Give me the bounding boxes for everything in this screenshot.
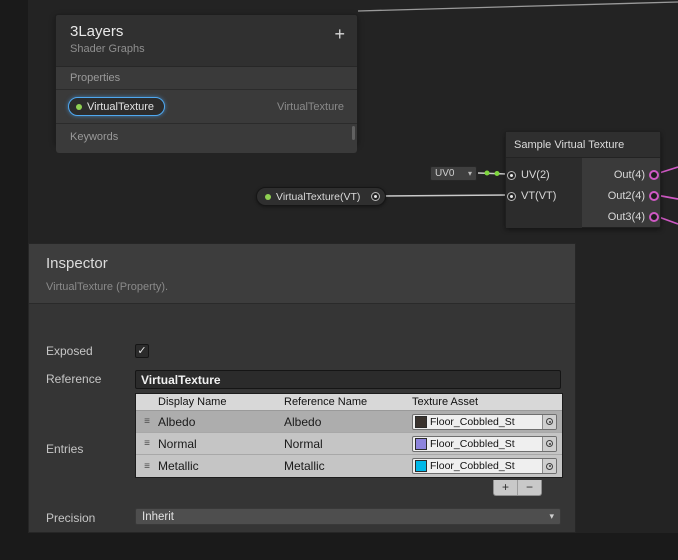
output-port-out2[interactable] xyxy=(649,191,659,201)
edge-offscreen-top xyxy=(358,2,678,11)
input-label-vt: VT(VT) xyxy=(521,191,556,202)
entries-list-footer: + − xyxy=(493,480,542,496)
texture-asset-name: Floor_Cobbled_St xyxy=(430,438,542,450)
entries-label: Entries xyxy=(46,442,83,456)
reference-label: Reference xyxy=(46,372,101,386)
input-port-uv[interactable] xyxy=(507,171,516,180)
object-picker-icon[interactable] xyxy=(542,459,556,473)
property-node-label: VirtualTexture(VT) xyxy=(276,191,360,203)
chevron-down-icon: ▾ xyxy=(468,169,472,178)
inspector-panel: Inspector VirtualTexture (Property). Exp… xyxy=(28,243,576,533)
output-port-out[interactable] xyxy=(649,170,659,180)
output-port-out3[interactable] xyxy=(649,212,659,222)
window-bottom-edge xyxy=(0,533,678,560)
precision-label: Precision xyxy=(46,511,95,525)
texture-thumbnail xyxy=(415,438,427,450)
add-entry-button[interactable]: + xyxy=(494,480,517,495)
picker-ring xyxy=(546,463,553,470)
entries-row-normal[interactable]: ≡ Normal Normal Floor_Cobbled_St xyxy=(136,433,562,455)
blackboard-scrollbar[interactable] xyxy=(352,126,355,140)
column-header-texture-asset: Texture Asset xyxy=(412,396,562,408)
edge-cap-green xyxy=(485,171,490,176)
reference-input[interactable] xyxy=(135,370,561,389)
texture-asset-field[interactable]: Floor_Cobbled_St xyxy=(412,458,557,474)
entries-table: Display Name Reference Name Texture Asse… xyxy=(135,393,563,478)
texture-asset-name: Floor_Cobbled_St xyxy=(430,460,542,472)
texture-asset-field[interactable]: Floor_Cobbled_St xyxy=(412,414,557,430)
port-dot xyxy=(510,174,513,177)
property-type-label: VirtualTexture xyxy=(277,101,344,113)
column-header-display-name: Display Name xyxy=(158,396,284,408)
remove-entry-button[interactable]: − xyxy=(517,480,541,495)
texture-asset-name: Floor_Cobbled_St xyxy=(430,416,542,428)
precision-value: Inherit xyxy=(142,511,174,523)
entries-row-metallic[interactable]: ≡ Metallic Metallic Floor_Cobbled_St xyxy=(136,455,562,477)
entries-row-albedo[interactable]: ≡ Albedo Albedo Floor_Cobbled_St xyxy=(136,411,562,433)
reference-name-cell[interactable]: Metallic xyxy=(284,459,412,473)
edge-vt-to-node xyxy=(383,195,508,196)
object-picker-icon[interactable] xyxy=(542,437,556,451)
picker-ring xyxy=(546,440,553,447)
blackboard-panel[interactable]: 3Layers Shader Graphs + Properties Virtu… xyxy=(55,14,358,144)
drag-handle-icon[interactable]: ≡ xyxy=(136,461,158,472)
edge-cap-green xyxy=(495,171,500,176)
exposed-checkbox[interactable]: ✓ xyxy=(135,344,149,358)
property-row[interactable]: VirtualTexture VirtualTexture xyxy=(56,90,357,123)
property-pill-label: VirtualTexture xyxy=(87,101,154,113)
reference-name-cell[interactable]: Normal xyxy=(284,437,412,451)
blackboard-header[interactable]: 3Layers Shader Graphs + xyxy=(56,15,357,67)
exposed-dot-icon xyxy=(265,194,271,200)
property-node-output-port[interactable] xyxy=(371,192,380,201)
inspector-header: Inspector VirtualTexture (Property). xyxy=(29,244,575,304)
port-dot xyxy=(510,195,513,198)
blackboard-subtitle: Shader Graphs xyxy=(70,43,343,55)
add-property-button[interactable]: + xyxy=(334,25,345,43)
output-label-out: Out(4) xyxy=(614,170,645,181)
texture-thumbnail xyxy=(415,416,427,428)
precision-dropdown[interactable]: Inherit ▾ xyxy=(135,508,561,525)
display-name-cell[interactable]: Metallic xyxy=(158,459,284,473)
column-header-reference-name: Reference Name xyxy=(284,396,412,408)
uv-dropdown-value: UV0 xyxy=(435,168,454,179)
display-name-cell[interactable]: Albedo xyxy=(158,415,284,429)
window-left-edge xyxy=(0,0,28,560)
virtualtexture-property-node[interactable]: VirtualTexture(VT) xyxy=(256,187,386,206)
texture-asset-field[interactable]: Floor_Cobbled_St xyxy=(412,436,557,452)
drag-handle-icon[interactable]: ≡ xyxy=(136,416,158,427)
drag-handle-icon[interactable]: ≡ xyxy=(136,438,158,449)
display-name-cell[interactable]: Normal xyxy=(158,437,284,451)
exposed-label: Exposed xyxy=(46,344,93,358)
property-pill-virtualtexture[interactable]: VirtualTexture xyxy=(68,97,165,116)
picker-ring xyxy=(546,418,553,425)
blackboard-title: 3Layers xyxy=(70,23,343,40)
exposed-dot-icon xyxy=(76,104,82,110)
input-port-vt[interactable] xyxy=(507,192,516,201)
sample-virtual-texture-node[interactable]: Sample Virtual Texture UV(2) VT(VT) Out(… xyxy=(505,131,661,228)
texture-thumbnail xyxy=(415,460,427,472)
keywords-section-header: Keywords xyxy=(56,123,357,153)
inspector-title: Inspector xyxy=(46,255,575,272)
checkmark-icon: ✓ xyxy=(137,345,146,357)
object-picker-icon[interactable] xyxy=(542,415,556,429)
uv-channel-dropdown[interactable]: UV0 ▾ xyxy=(430,166,477,181)
edge-uv-to-node xyxy=(478,173,507,174)
reference-name-cell[interactable]: Albedo xyxy=(284,415,412,429)
node-title: Sample Virtual Texture xyxy=(506,132,660,158)
properties-section-header: Properties xyxy=(56,67,357,90)
inspector-subtitle: VirtualTexture (Property). xyxy=(46,281,575,293)
input-label-uv: UV(2) xyxy=(521,170,550,181)
output-label-out2: Out2(4) xyxy=(608,191,645,202)
chevron-down-icon: ▾ xyxy=(549,511,554,522)
port-dot xyxy=(374,195,377,198)
entries-table-header: Display Name Reference Name Texture Asse… xyxy=(136,394,562,411)
output-label-out3: Out3(4) xyxy=(608,212,645,223)
